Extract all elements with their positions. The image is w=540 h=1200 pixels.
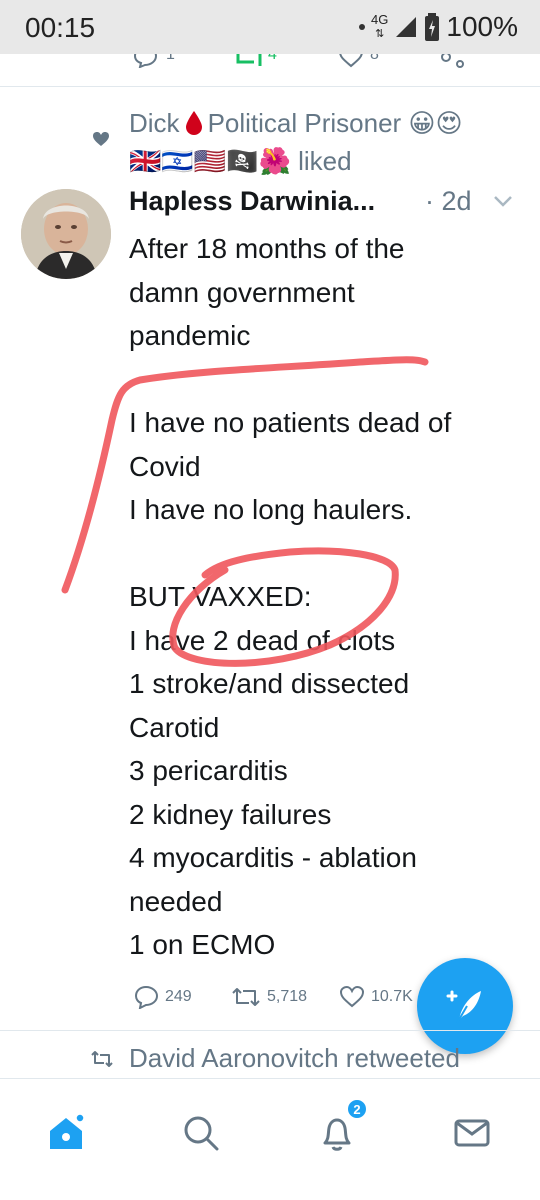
tweet-line: damn government <box>129 276 355 308</box>
tweet-line: 2 kidney failures <box>129 798 332 830</box>
chevron-down-icon[interactable] <box>493 194 513 208</box>
home-icon <box>50 1113 85 1149</box>
notification-badge: 2 <box>346 1098 368 1120</box>
tweet-line: I have no long haulers. <box>129 494 413 525</box>
context-user-suffix[interactable]: Political Prisoner 😀😍 <box>208 108 463 138</box>
tweet-line: 1 stroke/and dissected <box>129 668 410 699</box>
prev-share-button[interactable] <box>440 54 466 68</box>
retweeted-by-text[interactable]: David Aaronovitch retweeted <box>129 1043 460 1074</box>
author-name[interactable]: Hapless Darwinia... <box>129 186 375 217</box>
avatar-portrait-image <box>21 189 111 279</box>
retweet-count: 5,718 <box>267 988 308 1005</box>
nav-home[interactable] <box>34 1101 98 1165</box>
battery-percent: 100% <box>446 11 518 42</box>
tweet-line: 3 pericarditis <box>129 755 288 786</box>
tweet-line: Carotid <box>129 711 220 743</box>
blood-drop-icon <box>185 111 202 135</box>
context-action: liked <box>298 146 352 176</box>
tweet-text[interactable]: After 18 months of the damn government p… <box>129 227 529 967</box>
bell-icon <box>323 1118 351 1151</box>
retweet-button[interactable]: 5,718 <box>231 982 307 1012</box>
tweet-line <box>129 358 529 402</box>
context-user-name[interactable]: Dick <box>129 108 180 138</box>
battery-icon <box>425 13 440 41</box>
network-type: 4G ⇅ <box>371 12 389 40</box>
status-time: 00:15 <box>25 12 96 43</box>
next-tweet-context[interactable]: David Aaronovitch retweeted <box>91 1043 531 1077</box>
avatar[interactable] <box>21 189 111 279</box>
status-icons: 4G ⇅ 100% <box>359 10 518 44</box>
prev-reply-button[interactable]: 1 <box>132 54 175 68</box>
tweet-header[interactable]: Hapless Darwinia... · 2d <box>129 186 529 224</box>
status-bar: 00:15 4G ⇅ 100% <box>0 0 540 54</box>
nav-messages[interactable] <box>440 1101 504 1165</box>
divider <box>0 1030 540 1031</box>
retweet-icon <box>236 54 262 66</box>
tweet-line: I have no patients dead of <box>129 407 452 438</box>
reply-icon <box>133 54 158 68</box>
tweet-line: 4 myocarditis - ablation <box>129 842 417 873</box>
reply-count: 249 <box>165 988 192 1005</box>
reply-icon <box>134 985 159 1009</box>
prev-like-button[interactable]: 8 <box>338 54 379 68</box>
tweet-actions: 249 5,718 10.7K <box>129 982 429 1012</box>
context-flags: 🇬🇧🇮🇱🇺🇸🏴‍☠️🌺 <box>129 146 291 176</box>
heart-icon <box>339 54 363 68</box>
tweet-line: needed <box>129 885 223 917</box>
tweet-line: pandemic <box>129 320 251 351</box>
tweet-line: I have 2 dead of clots <box>129 624 396 656</box>
divider <box>0 86 540 87</box>
retweet-icon <box>232 988 260 1006</box>
compose-tweet-button[interactable] <box>417 958 513 1054</box>
like-button[interactable]: 10.7K <box>339 982 413 1012</box>
mail-icon <box>454 1119 490 1147</box>
heart-icon <box>339 985 365 1008</box>
notification-dot-icon <box>359 24 366 30</box>
tweet-timestamp: · 2d <box>425 186 472 216</box>
search-icon <box>184 1116 219 1151</box>
retweet-small-icon <box>91 1051 113 1067</box>
signal-icon <box>396 17 417 37</box>
tweet-line: Covid <box>129 450 201 482</box>
tweet-line <box>129 532 529 576</box>
share-icon <box>441 54 464 68</box>
like-count: 10.7K <box>371 988 413 1005</box>
prev-tweet-actions: 1 4 8 <box>0 54 540 68</box>
bottom-nav <box>0 1078 540 1200</box>
tweet-line: BUT VAXXED: <box>129 581 312 612</box>
compose-feather-icon <box>446 990 481 1024</box>
liked-heart-icon <box>93 132 109 146</box>
nav-search[interactable] <box>169 1101 233 1165</box>
prev-retweet-button[interactable]: 4 <box>234 54 277 68</box>
reply-button[interactable]: 249 <box>133 982 192 1012</box>
social-context[interactable]: Dick Political Prisoner 😀😍 🇬🇧🇮🇱🇺🇸🏴‍☠️🌺 li… <box>129 104 529 180</box>
tweet-line: After 18 months of the <box>129 233 405 264</box>
